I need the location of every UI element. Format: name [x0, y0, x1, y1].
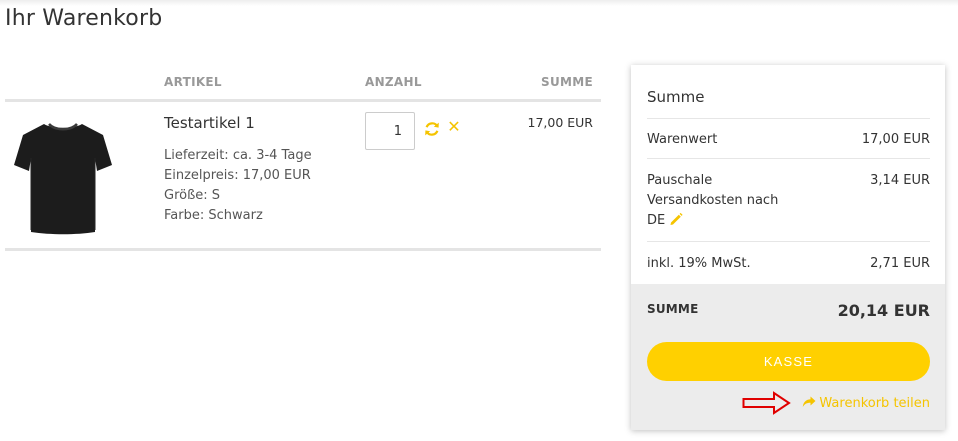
product-details: Lieferzeit: ca. 3-4 Tage Einzelpreis: 17… [164, 146, 312, 226]
summary-label-warenwert: Warenwert [647, 132, 718, 147]
remove-item-close-icon[interactable]: ✕ [446, 118, 462, 136]
product-detail-farbe: Farbe: Schwarz [164, 208, 263, 223]
summary-value-versand: 3,14 EUR [870, 173, 930, 188]
page-title: Ihr Warenkorb [5, 6, 163, 31]
summary-value-warenwert: 17,00 EUR [861, 132, 930, 147]
product-image[interactable] [11, 118, 115, 236]
column-header-artikel: ARTIKEL [164, 75, 222, 89]
column-header-anzahl: ANZAHL [365, 75, 422, 89]
cart-item-row: Testartikel 1 Lieferzeit: ca. 3-4 Tage E… [5, 102, 601, 251]
summary-title: Summe [647, 88, 705, 106]
column-header-summe: SUMME [541, 75, 593, 89]
checkout-button[interactable]: KASSE [647, 342, 930, 381]
summary-row-warenwert: Warenwert 17,00 EUR [647, 118, 930, 158]
product-detail-lieferzeit: Lieferzeit: ca. 3-4 Tage [164, 148, 312, 163]
share-arrow-icon [803, 396, 816, 407]
summary-value-mwst: 2,71 EUR [870, 256, 930, 271]
quantity-input[interactable] [365, 112, 415, 150]
summary-label-versand: Pauschale Versandkosten nach DE [647, 171, 797, 231]
summary-label-versand-text: Pauschale Versandkosten nach DE [647, 173, 779, 228]
refresh-icon[interactable] [423, 120, 441, 138]
summary-total-value: 20,14 EUR [837, 301, 930, 320]
order-summary-box: Summe Warenwert 17,00 EUR Pauschale Vers… [631, 65, 945, 430]
cart-table-header: ARTIKEL ANZAHL SUMME [5, 66, 601, 102]
share-cart-label[interactable]: Warenkorb teilen [819, 396, 930, 411]
summary-row-versand: Pauschale Versandkosten nach DE 3,14 EUR [647, 158, 930, 241]
product-detail-groesse: Größe: S [164, 188, 221, 203]
summary-total-label: SUMME [647, 302, 699, 316]
product-name[interactable]: Testartikel 1 [164, 114, 255, 132]
product-detail-einzelpreis: Einzelpreis: 17,00 EUR [164, 168, 311, 183]
red-arrow-icon [742, 391, 791, 415]
summary-row-mwst: inkl. 19% MwSt. 2,71 EUR [647, 241, 930, 285]
share-cart-link[interactable]: Warenkorb teilen [802, 396, 930, 411]
summary-label-mwst: inkl. 19% MwSt. [647, 256, 751, 271]
cart-table: ARTIKEL ANZAHL SUMME Testartikel 1 Liefe… [5, 66, 601, 251]
pencil-icon[interactable] [669, 212, 683, 226]
line-total: 17,00 EUR [527, 115, 594, 130]
